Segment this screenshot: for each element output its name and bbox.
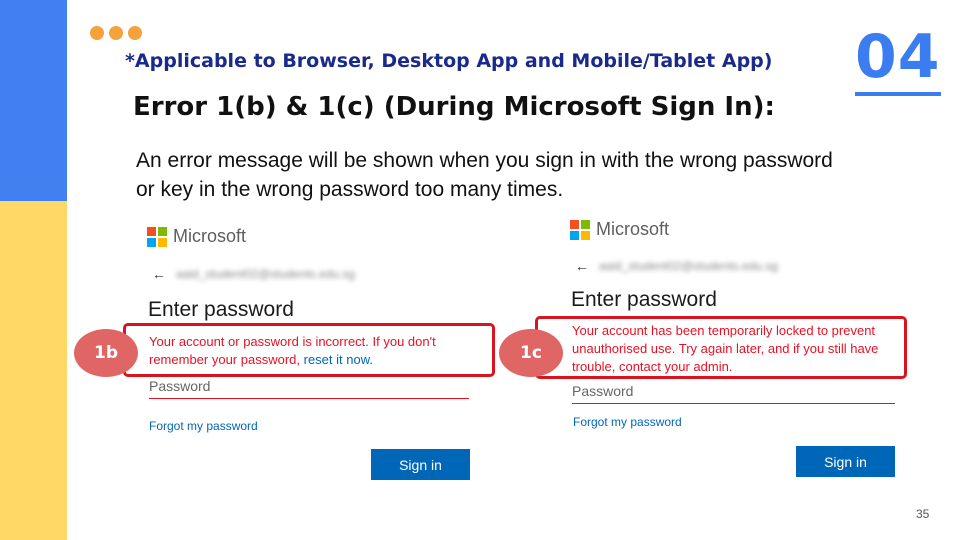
account-email: aaid_student02@students.edu.sg [599, 259, 778, 273]
microsoft-wordmark: Microsoft [596, 219, 670, 239]
microsoft-logo: Microsoft [147, 226, 246, 247]
dot-icon [128, 26, 142, 40]
microsoft-grid-icon [147, 226, 167, 247]
back-arrow-icon[interactable]: ← [152, 266, 166, 282]
microsoft-logo: Microsoft [570, 219, 669, 240]
account-row: ← aaid_student02@students.edu.sg [575, 258, 778, 274]
callout-badge-1c: 1c [499, 329, 563, 377]
slide-body-text: An error message will be shown when you … [136, 149, 833, 201]
account-row: ← aaid_student02@students.edu.sg [152, 266, 355, 282]
back-arrow-icon[interactable]: ← [575, 258, 589, 274]
account-email: aaid_student02@students.edu.sg [176, 267, 355, 281]
callout-badge-1b: 1b [74, 329, 138, 377]
slide-subtitle: *Applicable to Browser, Desktop App and … [125, 50, 773, 72]
password-input[interactable]: Password [149, 378, 469, 399]
microsoft-wordmark: Microsoft [173, 226, 247, 246]
slide-section-number: 04 [855, 22, 941, 96]
enter-password-title: Enter password [148, 298, 294, 321]
dot-icon [90, 26, 104, 40]
sign-in-button[interactable]: Sign in [796, 446, 895, 477]
sign-in-button[interactable]: Sign in [371, 449, 470, 480]
error-highlight-1c [535, 316, 907, 379]
error-highlight-1b [123, 323, 495, 377]
microsoft-grid-icon [570, 219, 590, 240]
password-input[interactable]: Password [572, 383, 895, 404]
yellow-side-bar [0, 201, 67, 540]
slide-heading: Error 1(b) & 1(c) (During Microsoft Sign… [133, 92, 775, 122]
forgot-password-link[interactable]: Forgot my password [149, 419, 258, 433]
forgot-password-link[interactable]: Forgot my password [573, 415, 682, 429]
decorative-dots [90, 26, 142, 40]
blue-side-bar [0, 0, 67, 201]
page-number: 35 [916, 507, 930, 521]
enter-password-title: Enter password [571, 288, 717, 311]
dot-icon [109, 26, 123, 40]
